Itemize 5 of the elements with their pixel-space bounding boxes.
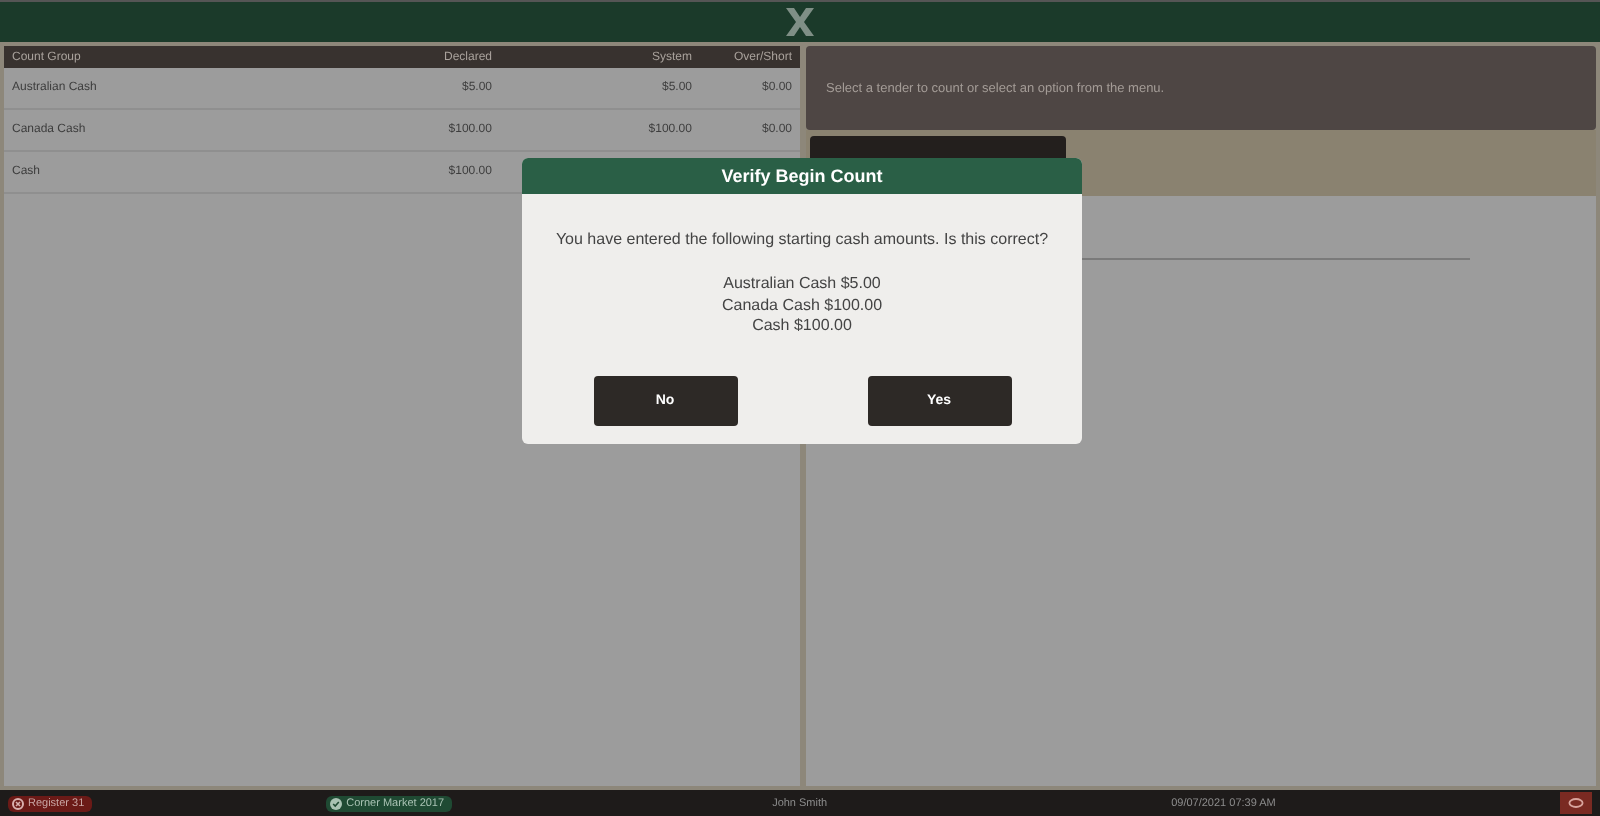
amount-line: Australian Cash $5.00 [723, 274, 881, 295]
amount-line: Canada Cash $100.00 [721, 295, 883, 316]
dialog-message: You have entered the following starting cash amounts. Is this correct? [555, 230, 1049, 248]
dialog-title: Verify Begin Count [522, 158, 1082, 194]
amount-line: Cash $100.00 [752, 316, 852, 337]
